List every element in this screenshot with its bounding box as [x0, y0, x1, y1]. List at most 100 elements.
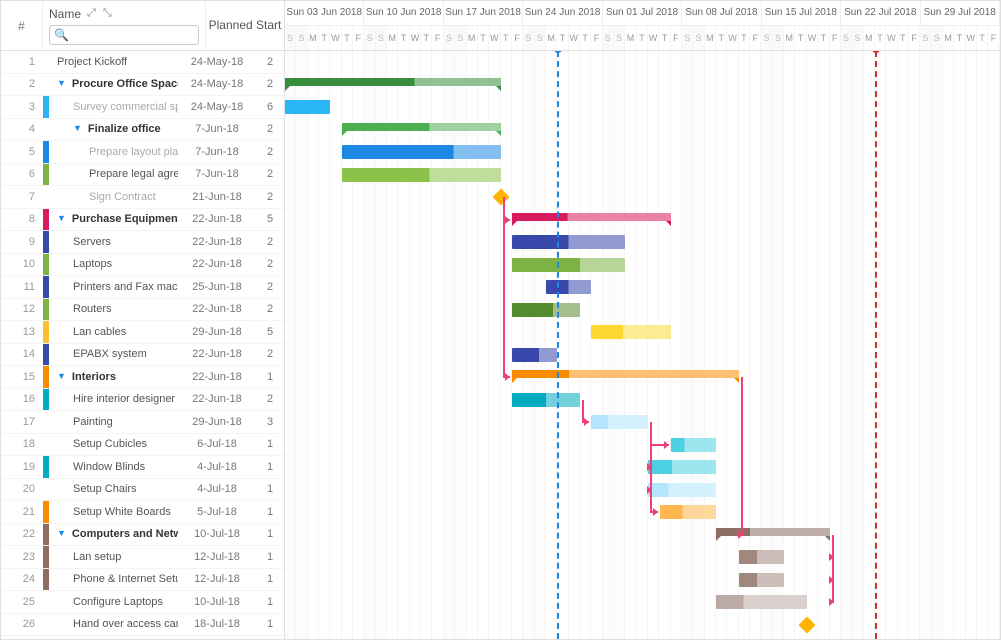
planned-start-cell[interactable]: 7-Jun-18 [178, 168, 256, 180]
task-row[interactable]: 1Project Kickoff24-May-182 [1, 51, 284, 74]
planned-start-cell[interactable]: 7-Jun-18 [178, 146, 256, 158]
task-bar[interactable] [512, 258, 625, 272]
task-name[interactable]: EPABX system [49, 348, 178, 360]
col-header-planned-start[interactable]: Planned Start [206, 1, 284, 50]
planned-start-cell[interactable]: 4-Jul-18 [178, 461, 256, 473]
task-bar[interactable] [512, 393, 580, 407]
chevron-down-icon[interactable]: ▼ [57, 371, 66, 381]
task-name[interactable]: Prepare legal agree... [49, 168, 178, 180]
task-row[interactable]: 3Survey commercial spa..24-May-186 [1, 96, 284, 119]
duration-cell[interactable]: 2 [256, 56, 284, 68]
task-bar[interactable] [739, 573, 784, 587]
task-row[interactable]: 12Routers22-Jun-182 [1, 299, 284, 322]
planned-start-cell[interactable]: 22-Jun-18 [178, 393, 256, 405]
task-name[interactable]: Setup Chairs [49, 483, 178, 495]
planned-start-cell[interactable]: 22-Jun-18 [178, 348, 256, 360]
task-bar[interactable] [512, 303, 580, 317]
task-name[interactable]: ▼Computers and Networking [49, 528, 178, 540]
task-bar[interactable] [739, 550, 784, 564]
planned-start-cell[interactable]: 10-Jul-18 [178, 596, 256, 608]
task-bar[interactable] [285, 100, 330, 114]
duration-cell[interactable]: 2 [256, 236, 284, 248]
task-name[interactable]: Hire interior designer [49, 393, 178, 405]
summary-bar[interactable] [512, 370, 739, 378]
task-row[interactable]: 14EPABX system22-Jun-182 [1, 344, 284, 367]
task-bar[interactable] [648, 460, 716, 474]
duration-cell[interactable]: 5 [256, 326, 284, 338]
task-row[interactable]: 7Sign Contract21-Jun-182 [1, 186, 284, 209]
task-name[interactable]: Servers [49, 236, 178, 248]
task-row[interactable]: 13Lan cables29-Jun-185 [1, 321, 284, 344]
task-row[interactable]: 16Hire interior designer22-Jun-182 [1, 389, 284, 412]
task-name[interactable]: Printers and Fax machi... [49, 281, 178, 293]
duration-cell[interactable]: 2 [256, 348, 284, 360]
duration-cell[interactable]: 2 [256, 123, 284, 135]
duration-cell[interactable]: 1 [256, 596, 284, 608]
col-header-name[interactable]: Name ⤢ ⤡ 🔍 [43, 1, 206, 50]
duration-cell[interactable]: 1 [256, 371, 284, 383]
task-name[interactable]: Lan setup [49, 551, 178, 563]
task-name[interactable]: Setup Cubicles [49, 438, 178, 450]
task-row[interactable]: 20Setup Chairs4-Jul-181 [1, 479, 284, 502]
planned-start-cell[interactable]: 22-Jun-18 [178, 213, 256, 225]
planned-start-cell[interactable]: 12-Jul-18 [178, 573, 256, 585]
task-bar[interactable] [591, 415, 648, 429]
planned-start-cell[interactable]: 10-Jul-18 [178, 528, 256, 540]
duration-cell[interactable]: 2 [256, 258, 284, 270]
task-name[interactable]: Hand over access cards to t... [49, 618, 178, 630]
duration-cell[interactable]: 1 [256, 551, 284, 563]
summary-bar[interactable] [716, 528, 829, 536]
task-row[interactable]: 2▼Procure Office Space24-May-182 [1, 74, 284, 97]
planned-start-cell[interactable]: 22-Jun-18 [178, 371, 256, 383]
task-row[interactable]: 5Prepare layout plan7-Jun-182 [1, 141, 284, 164]
col-header-number[interactable]: # [1, 1, 43, 50]
duration-cell[interactable]: 2 [256, 393, 284, 405]
task-name[interactable]: ▼Procure Office Space [49, 78, 178, 90]
duration-cell[interactable]: 1 [256, 461, 284, 473]
task-name[interactable]: Laptops [49, 258, 178, 270]
duration-cell[interactable]: 6 [256, 101, 284, 113]
duration-cell[interactable]: 2 [256, 78, 284, 90]
duration-cell[interactable]: 1 [256, 438, 284, 450]
task-name[interactable]: ▼Interiors [49, 371, 178, 383]
task-name[interactable]: Project Kickoff [49, 56, 178, 68]
task-row[interactable]: 25Configure Laptops10-Jul-181 [1, 591, 284, 614]
duration-cell[interactable]: 2 [256, 303, 284, 315]
planned-start-cell[interactable]: 29-Jun-18 [178, 416, 256, 428]
duration-cell[interactable]: 2 [256, 146, 284, 158]
duration-cell[interactable]: 1 [256, 483, 284, 495]
task-row[interactable]: 19Window Blinds4-Jul-181 [1, 456, 284, 479]
duration-cell[interactable]: 2 [256, 281, 284, 293]
task-bar[interactable] [716, 595, 807, 609]
task-row[interactable]: 21Setup White Boards5-Jul-181 [1, 501, 284, 524]
summary-bar[interactable] [342, 123, 501, 131]
duration-cell[interactable]: 5 [256, 213, 284, 225]
milestone-icon[interactable] [492, 189, 509, 206]
task-name[interactable]: Survey commercial spa.. [49, 101, 178, 113]
milestone-icon[interactable] [799, 616, 816, 633]
task-row[interactable]: 23Lan setup12-Jul-181 [1, 546, 284, 569]
task-row[interactable]: 17Painting29-Jun-183 [1, 411, 284, 434]
task-name[interactable]: Routers [49, 303, 178, 315]
task-name[interactable]: ▼Finalize office [49, 123, 178, 135]
planned-start-cell[interactable]: 6-Jul-18 [178, 438, 256, 450]
planned-start-cell[interactable]: 29-Jun-18 [178, 326, 256, 338]
task-row[interactable]: 9Servers22-Jun-182 [1, 231, 284, 254]
task-row[interactable]: 26Hand over access cards to t...18-Jul-1… [1, 614, 284, 637]
task-bar[interactable] [342, 168, 501, 182]
duration-cell[interactable]: 1 [256, 618, 284, 630]
duration-cell[interactable]: 2 [256, 191, 284, 203]
task-name[interactable]: Configure Laptops [49, 596, 178, 608]
task-bar[interactable] [660, 505, 717, 519]
chevron-down-icon[interactable]: ▼ [73, 123, 82, 133]
duration-cell[interactable]: 1 [256, 506, 284, 518]
task-bar[interactable] [671, 438, 716, 452]
task-row[interactable]: 4▼Finalize office7-Jun-182 [1, 119, 284, 142]
summary-bar[interactable] [285, 78, 501, 86]
duration-cell[interactable]: 1 [256, 573, 284, 585]
planned-start-cell[interactable]: 18-Jul-18 [178, 618, 256, 630]
planned-start-cell[interactable]: 24-May-18 [178, 56, 256, 68]
gantt-body[interactable] [285, 51, 1000, 639]
planned-start-cell[interactable]: 22-Jun-18 [178, 303, 256, 315]
planned-start-cell[interactable]: 24-May-18 [178, 101, 256, 113]
